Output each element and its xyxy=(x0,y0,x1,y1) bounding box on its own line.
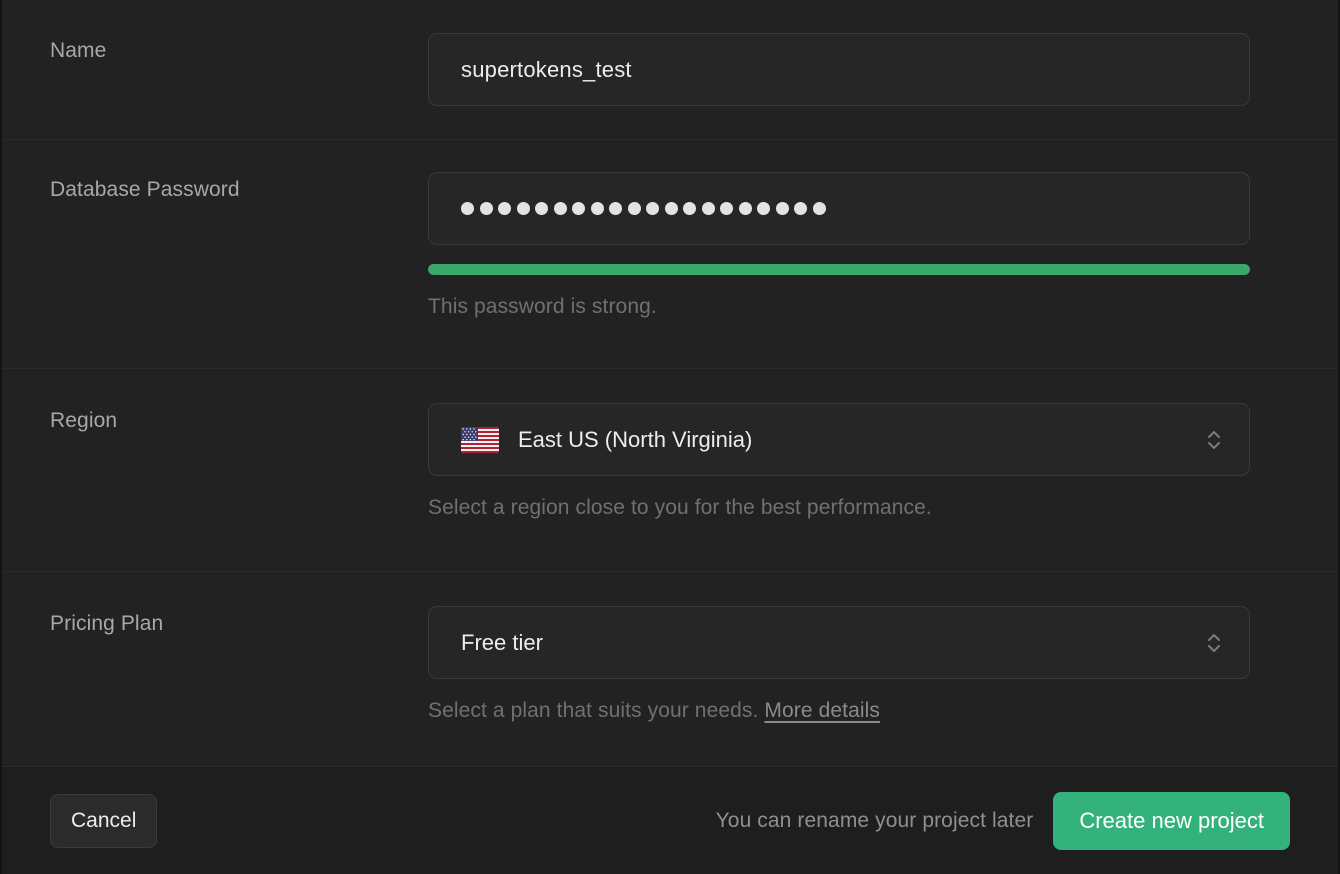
pricing-helper: Select a plan that suits your needs. Mor… xyxy=(428,699,1250,723)
password-dot xyxy=(479,202,493,215)
region-select[interactable]: East US (North Virginia) xyxy=(428,403,1250,476)
form-footer: Cancel You can rename your project later… xyxy=(2,767,1338,874)
field-password: This password is strong. xyxy=(428,172,1250,319)
form-row-region: Region East US (North Virginia) Select a… xyxy=(2,369,1338,572)
password-dot xyxy=(646,202,659,215)
region-select-value: East US (North Virginia) xyxy=(518,426,753,452)
pricing-plan-select[interactable]: Free tier xyxy=(428,606,1250,679)
region-helper-text: Select a region close to you for the bes… xyxy=(428,496,932,519)
field-pricing: Free tier Select a plan that suits your … xyxy=(428,606,1250,723)
us-flag-icon xyxy=(461,426,499,453)
password-strength-fill xyxy=(428,264,1250,275)
name-input[interactable]: supertokens_test xyxy=(428,33,1250,106)
password-strength-meter xyxy=(428,264,1250,275)
field-name: supertokens_test xyxy=(428,33,1250,106)
field-region: East US (North Virginia) Select a region… xyxy=(428,403,1250,520)
password-dot xyxy=(738,202,752,215)
password-dot xyxy=(664,202,678,215)
password-dot xyxy=(720,202,733,215)
password-dot xyxy=(461,202,474,215)
password-dot xyxy=(590,202,604,215)
pricing-helper-text: Select a plan that suits your needs. xyxy=(428,699,759,722)
password-masked-value xyxy=(461,202,826,215)
password-input[interactable] xyxy=(428,172,1250,245)
password-dot xyxy=(701,202,715,215)
more-details-link[interactable]: More details xyxy=(764,699,880,722)
label-database-password: Database Password xyxy=(50,178,240,201)
form-row-pricing: Pricing Plan Free tier Select a plan tha… xyxy=(2,572,1338,767)
label-pricing-plan: Pricing Plan xyxy=(50,612,164,635)
label-name: Name xyxy=(50,39,107,62)
form-row-name: Name supertokens_test xyxy=(2,0,1338,140)
password-dot xyxy=(572,202,585,215)
password-dot xyxy=(794,202,807,215)
cancel-button[interactable]: Cancel xyxy=(50,793,158,848)
chevron-up-down-icon xyxy=(1203,626,1225,660)
pricing-plan-select-value: Free tier xyxy=(461,629,543,655)
password-dot xyxy=(683,202,696,215)
create-project-form-panel: Name supertokens_test Database Password … xyxy=(0,0,1340,874)
name-input-value: supertokens_test xyxy=(461,56,632,82)
chevron-up-down-icon xyxy=(1203,423,1225,457)
password-dot xyxy=(498,202,511,215)
password-strength-text: This password is strong. xyxy=(428,295,657,318)
password-dot xyxy=(757,202,770,215)
footer-note: You can rename your project later xyxy=(715,808,1034,832)
password-dot xyxy=(553,202,567,215)
form-row-password: Database Password This password is stron… xyxy=(2,140,1338,369)
create-new-project-button[interactable]: Create new project xyxy=(1053,791,1290,850)
password-dot xyxy=(627,202,641,215)
label-region: Region xyxy=(50,409,118,432)
password-dot xyxy=(812,202,826,215)
password-dot xyxy=(775,202,789,215)
password-dot xyxy=(516,202,530,215)
password-dot xyxy=(535,202,548,215)
password-dot xyxy=(609,202,622,215)
